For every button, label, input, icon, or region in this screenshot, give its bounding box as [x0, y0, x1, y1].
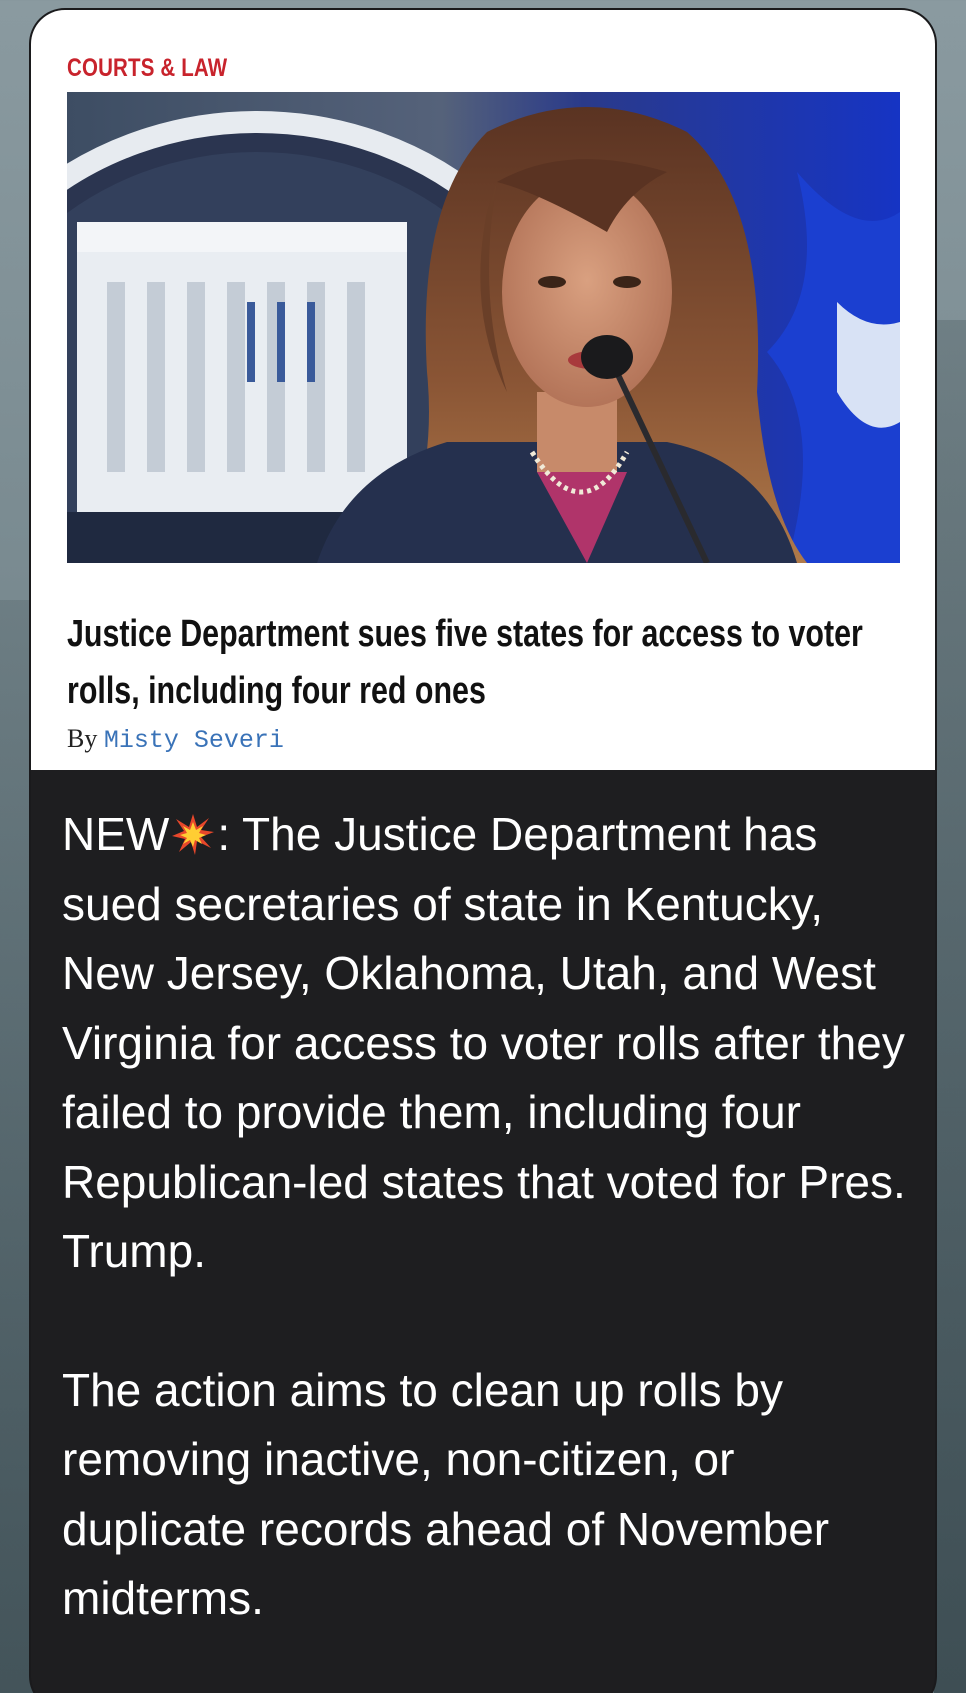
- article-category: COURTS & LAW: [67, 54, 228, 82]
- article-headline: Justice Department sues five states for …: [67, 613, 863, 712]
- collision-emoji-icon: [172, 814, 215, 855]
- background-right: [934, 320, 966, 1693]
- byline-prefix: By: [67, 724, 98, 753]
- message-text: NEW : The Justice Department has sued se…: [62, 800, 922, 1634]
- author-link[interactable]: Misty Severi: [104, 726, 284, 755]
- message-paragraph-1: NEW : The Justice Department has sued se…: [62, 800, 922, 1287]
- message-bubble: COURTS & LAW Justice Department sues fiv…: [31, 10, 935, 1693]
- article-byline: By Misty Severi: [67, 724, 284, 755]
- message-paragraph-2: The action aims to clean up rolls by rem…: [62, 1363, 830, 1625]
- article-photo[interactable]: [67, 92, 900, 563]
- message-paragraph-1-text: : The Justice Department has sued secret…: [62, 808, 906, 1277]
- link-preview-card[interactable]: COURTS & LAW Justice Department sues fiv…: [31, 10, 935, 770]
- new-label: NEW: [62, 808, 170, 860]
